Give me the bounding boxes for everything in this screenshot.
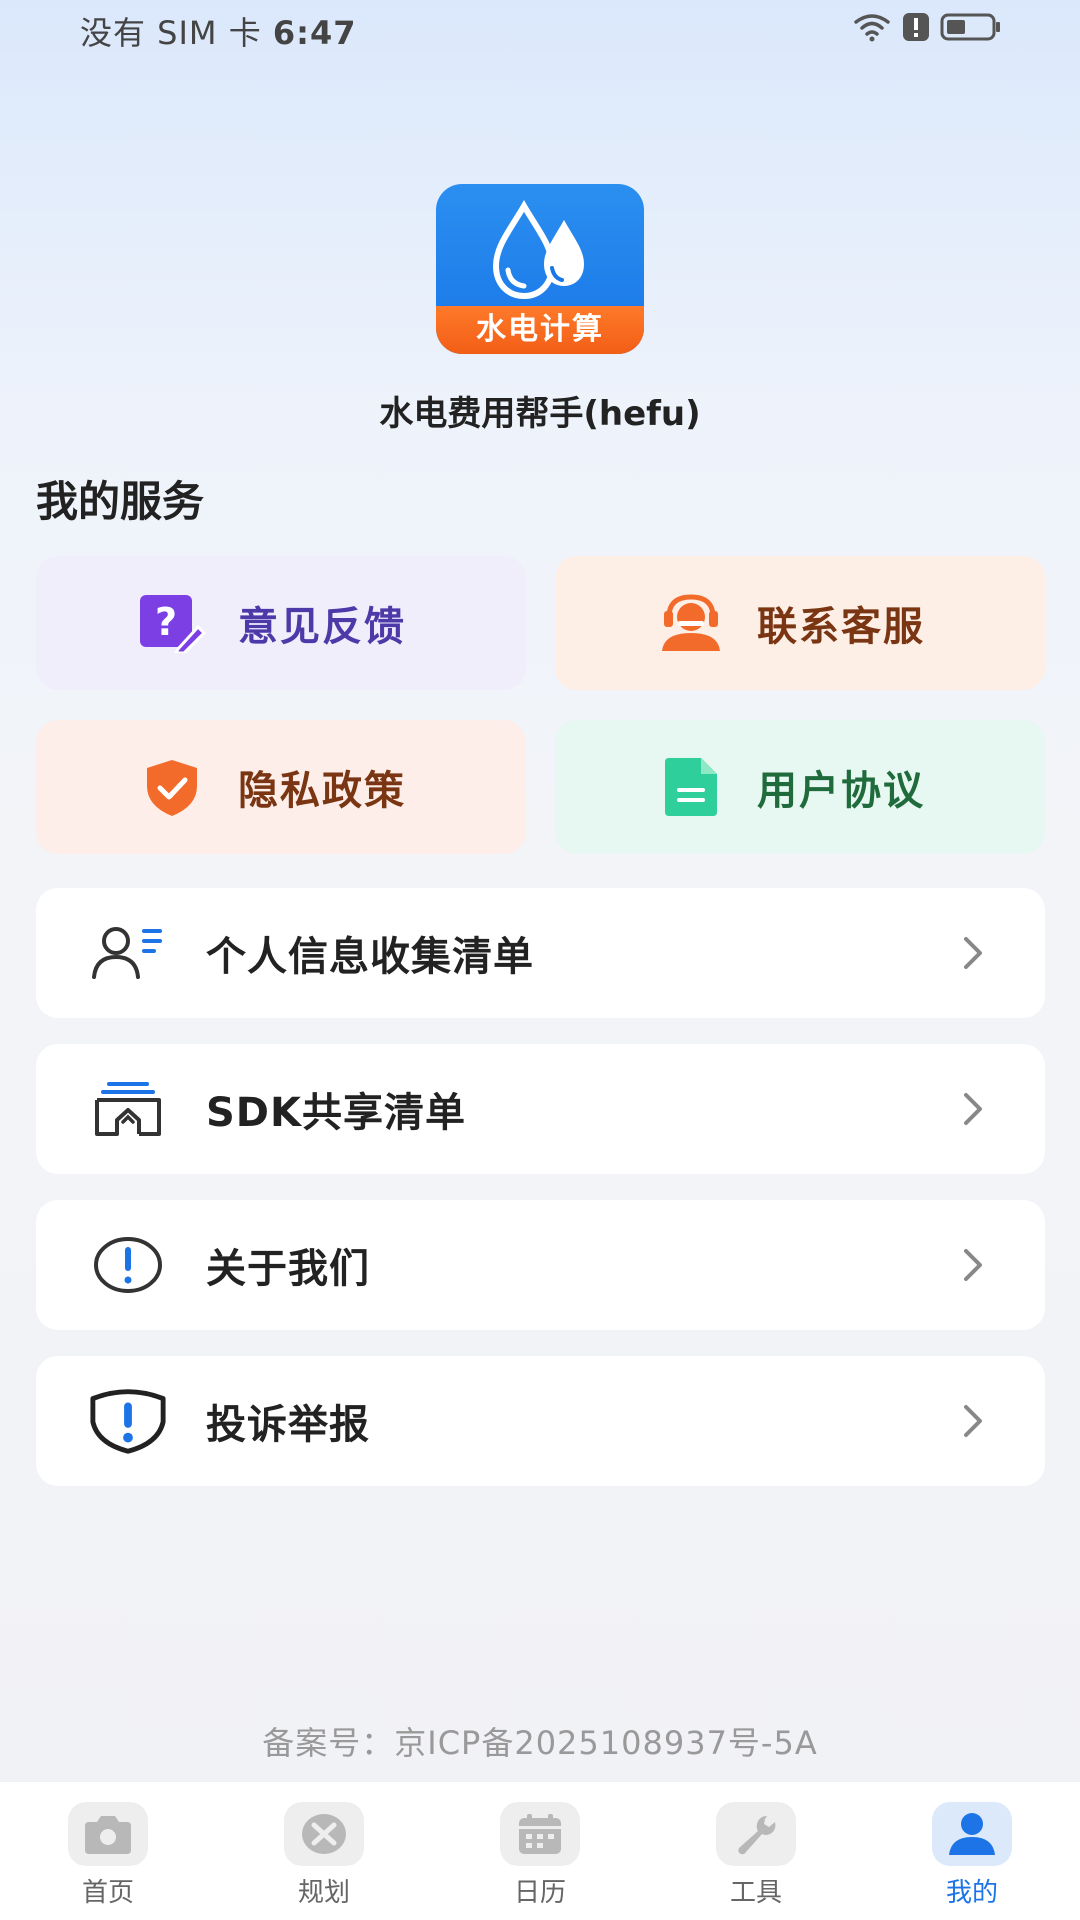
tab-tools-label: 工具 (729, 1878, 782, 1908)
feedback-label: 意见反馈 (238, 604, 406, 650)
customer-service-icon (655, 587, 727, 659)
status-time: 6:47 (272, 14, 357, 52)
user-agreement-card[interactable]: 用户协议 (555, 720, 1045, 854)
water-drop-icon (436, 184, 644, 310)
privacy-policy-label: 隐私政策 (238, 768, 406, 814)
section-title-services: 我的服务 (36, 477, 205, 526)
tab-calendar-label: 日历 (513, 1878, 566, 1908)
feedback-icon: ? (136, 587, 208, 659)
status-carrier: 没有 SIM 卡 6:47 (80, 8, 356, 54)
chevron-right-icon (953, 933, 993, 973)
status-icons (852, 12, 1002, 46)
feedback-card[interactable]: ? 意见反馈 (36, 556, 526, 690)
chevron-right-icon (953, 1089, 993, 1129)
tab-home[interactable]: 首页 (0, 1782, 216, 1920)
chevron-right-icon (953, 1401, 993, 1441)
customer-service-label: 联系客服 (757, 604, 925, 650)
about-us-list-item[interactable]: 关于我们 (36, 1200, 1045, 1330)
app-name: 水电费用帮手(hefu) (379, 394, 701, 434)
plan-icon (284, 1802, 364, 1866)
user-agreement-label: 用户协议 (757, 768, 925, 814)
tab-home-label: 首页 (81, 1878, 134, 1908)
tab-plan-label: 规划 (297, 1878, 350, 1908)
icp-record: 备案号：京ICP备2025108937号-5A (262, 1724, 818, 1762)
wifi-icon (852, 12, 892, 46)
home-camera-icon (68, 1802, 148, 1866)
battery-icon (940, 12, 1002, 46)
tab-profile-label: 我的 (945, 1878, 998, 1908)
customer-service-card[interactable]: 联系客服 (555, 556, 1045, 690)
personal-info-label: 个人信息收集清单 (206, 934, 534, 980)
app-logo: 水电计算 (436, 184, 644, 354)
user-list-icon (88, 913, 168, 993)
personal-info-list-item[interactable]: 个人信息收集清单 (36, 888, 1045, 1018)
tab-calendar[interactable]: 日历 (432, 1782, 648, 1920)
logo-band-text: 水电计算 (436, 306, 644, 354)
sdk-share-list-item[interactable]: SDK共享清单 (36, 1044, 1045, 1174)
bottom-tab-bar: 首页 规划 日历 工具 我的 (0, 1782, 1080, 1920)
status-bar: 没有 SIM 卡 6:47 (0, 0, 1080, 60)
tab-profile[interactable]: 我的 (864, 1782, 1080, 1920)
profile-icon (932, 1802, 1012, 1866)
sdk-share-icon (88, 1069, 168, 1149)
carrier-text: 没有 SIM 卡 (80, 14, 262, 52)
privacy-policy-card[interactable]: 隐私政策 (36, 720, 526, 854)
wrench-icon (716, 1802, 796, 1866)
tab-tools[interactable]: 工具 (648, 1782, 864, 1920)
document-icon (655, 751, 727, 823)
complaint-report-list-item[interactable]: 投诉举报 (36, 1356, 1045, 1486)
report-shield-icon (88, 1381, 168, 1461)
complaint-report-label: 投诉举报 (206, 1402, 370, 1448)
tab-plan[interactable]: 规划 (216, 1782, 432, 1920)
info-icon (88, 1225, 168, 1305)
svg-text:?: ? (155, 600, 177, 644)
alert-icon (902, 12, 930, 46)
chevron-right-icon (953, 1245, 993, 1285)
about-us-label: 关于我们 (206, 1246, 370, 1292)
calendar-icon (500, 1802, 580, 1866)
sdk-share-label: SDK共享清单 (206, 1090, 467, 1136)
privacy-shield-icon (136, 751, 208, 823)
